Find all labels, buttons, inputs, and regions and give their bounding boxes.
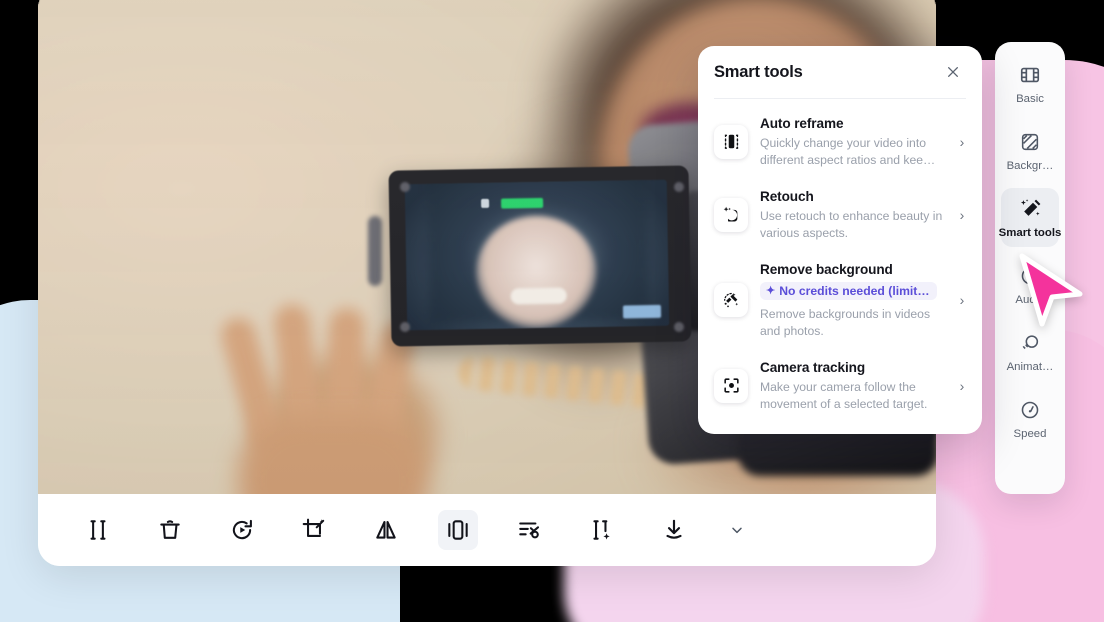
panel-header: Smart tools xyxy=(698,46,982,98)
speed-icon xyxy=(1019,397,1041,423)
remove-background-icon xyxy=(714,283,748,317)
sidebar-item-audio[interactable]: Audio xyxy=(1001,255,1059,314)
editor-toolbar xyxy=(38,494,936,566)
sidebar-item-animation[interactable]: Animat… xyxy=(1001,322,1059,381)
panel-item-text: Retouch Use retouch to enhance beauty in… xyxy=(760,187,944,242)
magic-wand-icon xyxy=(1019,196,1042,222)
smart-split-icon xyxy=(593,520,610,540)
status-badge: ✦ No credits needed (limit… xyxy=(760,282,937,300)
screenshot-root: Basic Backgr… Smart tools Audio Animat… … xyxy=(0,0,1104,622)
chevron-down-icon xyxy=(732,527,742,534)
trash-icon xyxy=(160,520,180,539)
chevron-right-icon: › xyxy=(959,206,965,223)
close-icon xyxy=(948,67,958,77)
panel-item-camera-tracking[interactable]: Camera tracking Make your camera follow … xyxy=(698,349,982,422)
panel-item-title: Retouch xyxy=(760,189,814,204)
sidebar-item-basic[interactable]: Basic xyxy=(1001,54,1059,113)
panel-item-title: Remove background xyxy=(760,262,893,277)
panel-item-text: Remove background ✦ No credits needed (l… xyxy=(760,260,944,340)
retouch-icon xyxy=(714,197,748,232)
trim-button[interactable] xyxy=(510,510,550,550)
background-icon xyxy=(1019,129,1041,155)
panel-item-text: Auto reframe Quickly change your video i… xyxy=(760,114,944,169)
download-icon xyxy=(666,519,682,539)
panel-item-description: Quickly change your video into different… xyxy=(760,136,936,167)
sidebar-item-speed[interactable]: Speed xyxy=(1001,389,1059,448)
rotate-button[interactable] xyxy=(222,510,262,550)
export-button[interactable] xyxy=(654,510,694,550)
close-button[interactable] xyxy=(942,61,964,83)
sidebar-item-label: Speed xyxy=(1013,428,1047,440)
panel-item-remove-background[interactable]: Remove background ✦ No credits needed (l… xyxy=(698,251,982,349)
rotate-icon xyxy=(232,519,252,540)
sidebar-item-label: Smart tools xyxy=(998,227,1062,239)
sidebar-item-label: Basic xyxy=(1016,93,1044,105)
panel-item-auto-reframe[interactable]: Auto reframe Quickly change your video i… xyxy=(698,105,982,178)
panel-item-description: Remove backgrounds in videos and photos. xyxy=(760,307,931,338)
scissors-icon xyxy=(519,522,540,539)
status-badge-text: No credits needed (limit… xyxy=(779,284,930,298)
filmstrip-icon xyxy=(1019,62,1041,88)
chevron-right-icon: › xyxy=(959,377,965,394)
sidebar-item-smart-tools[interactable]: Smart tools xyxy=(998,188,1062,247)
panel-item-description: Make your camera follow the movement of … xyxy=(760,380,928,411)
panel-item-list: Auto reframe Quickly change your video i… xyxy=(698,99,982,434)
chevron-right-icon: › xyxy=(959,133,965,150)
panel-item-title: Camera tracking xyxy=(760,360,866,375)
panel-item-title: Auto reframe xyxy=(760,116,844,131)
split-button[interactable] xyxy=(78,510,118,550)
panel-title: Smart tools xyxy=(714,62,803,81)
panel-item-text: Camera tracking Make your camera follow … xyxy=(760,358,944,413)
split-screen-icon xyxy=(448,520,468,540)
sidebar-item-label: Backgr… xyxy=(1006,160,1054,172)
audio-icon xyxy=(1019,263,1041,289)
smart-tools-panel: Smart tools Auto reframe Quickly change … xyxy=(698,46,982,434)
mirror-button[interactable] xyxy=(366,510,406,550)
right-sidebar: Basic Backgr… Smart tools Audio Animat… … xyxy=(995,42,1065,494)
panel-item-description: Use retouch to enhance beauty in various… xyxy=(760,209,943,240)
sidebar-item-background[interactable]: Backgr… xyxy=(1001,121,1059,180)
crop-button[interactable] xyxy=(294,510,334,550)
chevron-right-icon: › xyxy=(959,292,965,308)
auto-reframe-icon xyxy=(714,124,748,159)
camera-tracking-icon xyxy=(714,368,748,403)
smart-split-button[interactable] xyxy=(582,510,622,550)
animation-icon xyxy=(1019,330,1041,356)
sparkle-icon: ✦ xyxy=(766,284,776,297)
split-icon xyxy=(90,520,106,540)
export-options-button[interactable] xyxy=(726,510,748,550)
split-screen-button[interactable] xyxy=(438,510,478,550)
delete-button[interactable] xyxy=(150,510,190,550)
panel-item-retouch[interactable]: Retouch Use retouch to enhance beauty in… xyxy=(698,178,982,251)
mirror-icon xyxy=(376,520,396,539)
sidebar-item-label: Audio xyxy=(1015,294,1045,306)
crop-magic-icon xyxy=(302,518,325,537)
sidebar-item-label: Animat… xyxy=(1006,361,1054,373)
